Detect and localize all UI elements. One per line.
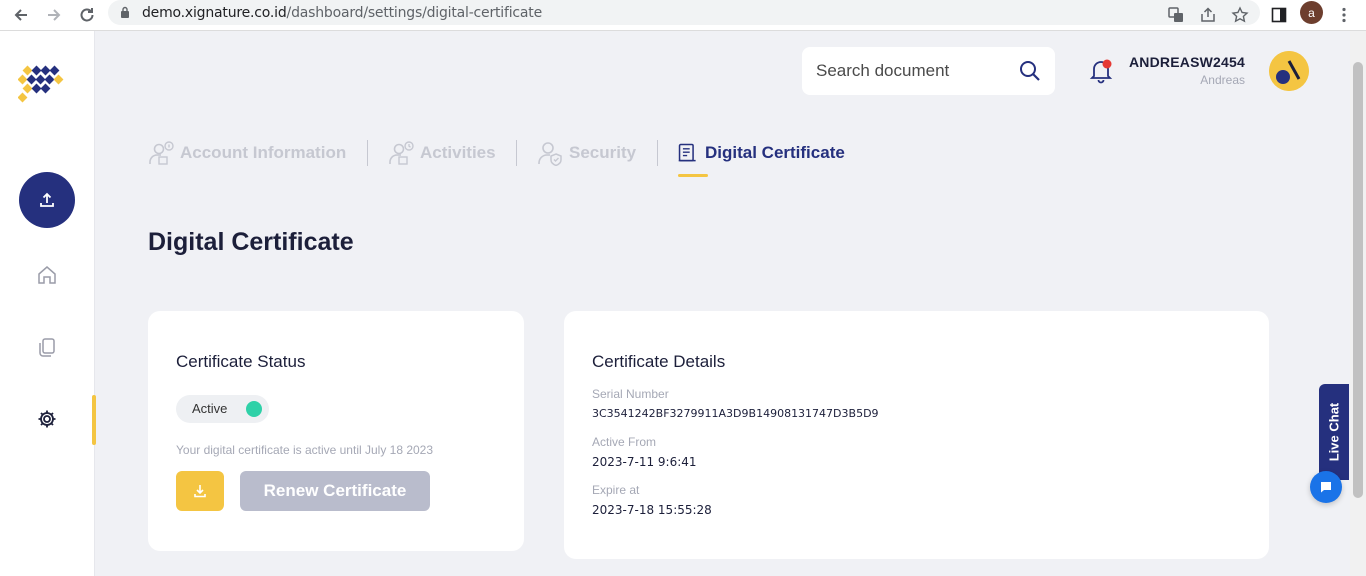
tab-divider <box>516 140 517 166</box>
tab-label: Activities <box>420 143 496 162</box>
tab-security[interactable]: Security <box>537 139 636 167</box>
status-note: Your digital certificate is active until… <box>176 443 434 457</box>
status-card-title: Certificate Status <box>176 352 306 371</box>
status-active-dot <box>246 401 262 417</box>
user-name[interactable]: ANDREASW2454 <box>1100 54 1245 70</box>
translate-icon[interactable] <box>1164 3 1188 27</box>
tab-digital-certificate[interactable]: Digital Certificate <box>677 139 845 167</box>
share-icon[interactable] <box>1196 3 1220 27</box>
active-from-value: 2023-7-11 9:6:41 <box>592 455 697 469</box>
upload-icon <box>40 192 54 207</box>
side-panel-icon[interactable] <box>1267 3 1291 27</box>
browser-toolbar: demo.xignature.co.id/dashboard/settings/… <box>0 0 1366 31</box>
tab-account-information[interactable]: Account Information <box>148 139 346 167</box>
documents-icon[interactable] <box>33 333 61 361</box>
scrollbar-thumb[interactable] <box>1353 62 1363 498</box>
status-badge: Active <box>176 395 269 423</box>
download-icon <box>194 485 206 498</box>
tab-divider <box>367 140 368 166</box>
download-certificate-button[interactable] <box>176 471 224 511</box>
back-arrow-icon[interactable] <box>10 4 32 26</box>
expire-at-label: Expire at <box>592 483 640 497</box>
search-input[interactable] <box>816 58 1006 84</box>
page-title: Digital Certificate <box>148 228 354 256</box>
chat-icon <box>1321 482 1331 493</box>
xignature-logo[interactable] <box>18 65 68 105</box>
certificate-details-card <box>564 311 1269 559</box>
user-shield-icon <box>538 142 562 166</box>
lock-icon <box>121 6 129 18</box>
home-icon[interactable] <box>33 261 61 289</box>
active-nav-indicator <box>92 395 96 445</box>
tab-label: Digital Certificate <box>705 143 845 162</box>
browser-profile-avatar[interactable]: a <box>1300 1 1323 24</box>
forward-arrow-icon[interactable] <box>43 4 65 26</box>
tab-label: Security <box>569 143 637 162</box>
url-host: demo.xignature.co.id <box>142 5 287 21</box>
more-menu-icon[interactable] <box>1332 3 1356 27</box>
active-tab-underline <box>678 174 708 177</box>
search-box <box>802 47 1055 95</box>
tab-divider <box>657 140 658 166</box>
search-icon[interactable] <box>1018 59 1042 83</box>
live-chat-tab[interactable]: Live Chat <box>1319 384 1349 480</box>
tab-activities[interactable]: Activities <box>388 139 496 167</box>
renew-certificate-button[interactable]: Renew Certificate <box>240 471 430 511</box>
user-avatar[interactable] <box>1269 51 1309 91</box>
active-from-label: Active From <box>592 435 657 449</box>
tab-label: Account Information <box>180 143 347 162</box>
details-card-title: Certificate Details <box>592 352 726 371</box>
star-icon[interactable] <box>1228 3 1252 27</box>
upload-button[interactable] <box>19 172 75 228</box>
url-text: demo.xignature.co.id/dashboard/settings/… <box>142 5 542 21</box>
sidebar <box>0 31 96 576</box>
expire-at-value: 2023-7-18 15:55:28 <box>592 503 712 517</box>
address-bar[interactable]: demo.xignature.co.id/dashboard/settings/… <box>108 0 1260 25</box>
chat-bubble-button[interactable] <box>1310 471 1342 503</box>
url-path: /dashboard/settings/digital-certificate <box>286 5 543 21</box>
status-label: Active <box>192 401 228 416</box>
reload-icon[interactable] <box>76 4 98 26</box>
user-display-name: Andreas <box>1200 73 1245 87</box>
settings-gear-icon[interactable] <box>33 405 61 433</box>
certificate-status-card <box>148 311 524 551</box>
live-chat-label: Live Chat <box>1326 402 1342 462</box>
user-info-icon <box>149 141 174 165</box>
certificate-icon <box>678 143 696 162</box>
user-clock-icon <box>389 141 414 165</box>
serial-number-value: 3C3541242BF3279911A3D9B14908131747D3B5D9 <box>592 407 879 420</box>
serial-number-label: Serial Number <box>592 387 669 401</box>
